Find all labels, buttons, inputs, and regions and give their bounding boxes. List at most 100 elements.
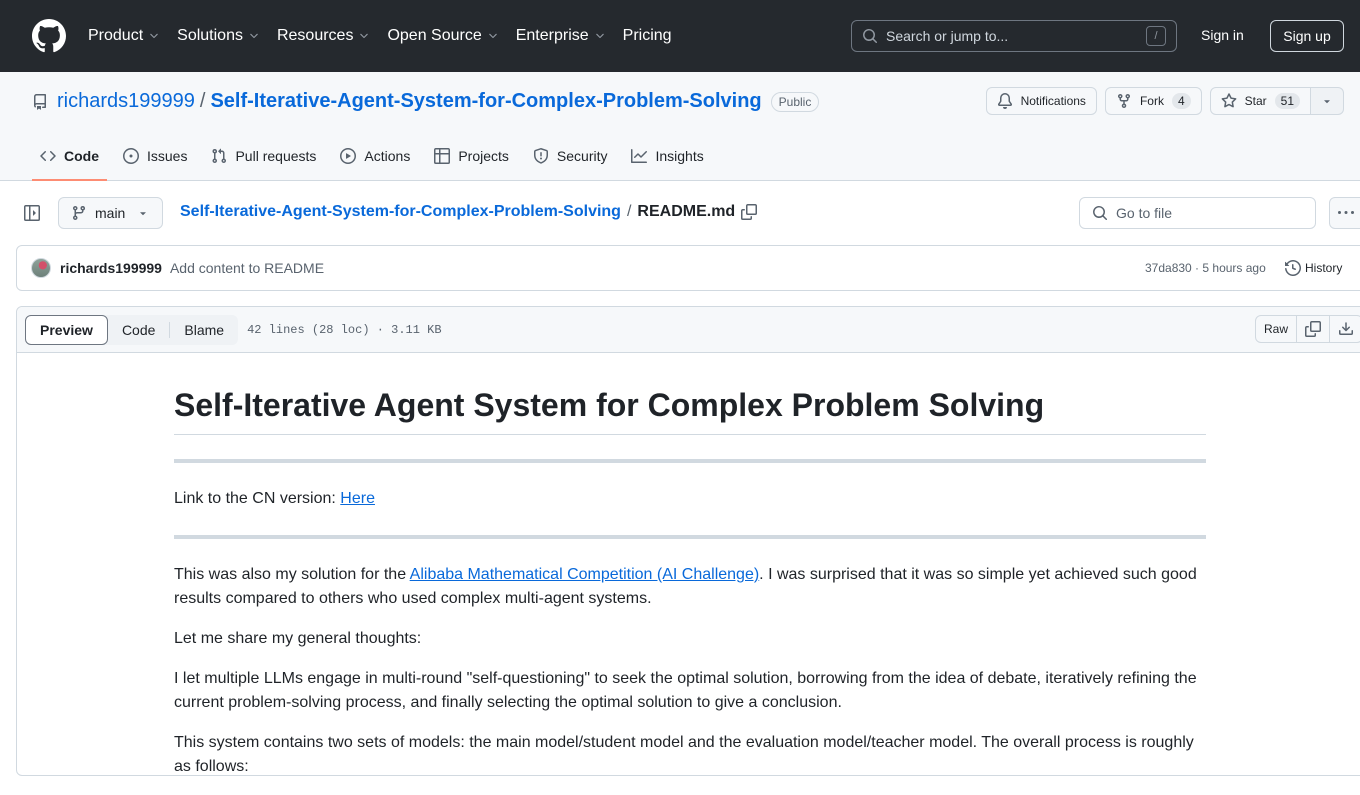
more-options-button[interactable] — [1329, 197, 1360, 229]
triangle-down-icon — [1324, 100, 1330, 104]
notifications-label: Notifications — [1020, 94, 1086, 108]
competition-link[interactable]: Alibaba Mathematical Competition (AI Cha… — [410, 566, 760, 583]
repo-icon — [34, 93, 46, 110]
file-info: 42 lines (28 loc) · 3.11 KB — [247, 322, 442, 337]
repo-owner-link[interactable]: richards199999 — [57, 90, 195, 113]
download-raw-button[interactable] — [1330, 316, 1360, 342]
github-logo-icon[interactable] — [32, 19, 66, 53]
copy-raw-button[interactable] — [1297, 316, 1331, 342]
cn-link-prefix: Link to the CN version: — [174, 490, 341, 507]
nav-solutions[interactable]: Solutions — [177, 27, 260, 45]
kebab-horizontal-icon — [1338, 211, 1354, 214]
raw-button[interactable]: Raw — [1256, 316, 1298, 342]
author-avatar[interactable] — [31, 258, 51, 278]
breadcrumb-file-name: README.md — [637, 203, 736, 220]
star-button-group: Star 51 — [1209, 87, 1344, 115]
nav-pricing[interactable]: Pricing — [623, 27, 672, 45]
tab-label: Actions — [364, 148, 411, 164]
star-count: 51 — [1274, 93, 1300, 109]
cn-version-paragraph: Link to the CN version: Here — [174, 487, 1206, 511]
copy-icon — [741, 204, 758, 220]
search-placeholder: Search or jump to... — [886, 28, 1009, 44]
global-nav: Product Solutions Resources Open Source … — [88, 27, 689, 45]
search-icon — [1093, 206, 1108, 221]
search-icon — [863, 29, 878, 44]
nav-label: Enterprise — [515, 27, 589, 44]
expand-file-tree-button[interactable] — [24, 205, 40, 221]
star-button[interactable]: Star 51 — [1209, 87, 1311, 115]
code-icon — [40, 150, 56, 162]
nav-product[interactable]: Product — [88, 27, 160, 45]
pull-request-icon — [212, 148, 227, 164]
nav-enterprise[interactable]: Enterprise — [516, 27, 606, 45]
global-search-input[interactable]: Search or jump to... / — [851, 20, 1177, 52]
commit-message-link[interactable]: Add content to README — [170, 260, 324, 276]
search-shortcut-key: / — [1146, 26, 1166, 46]
intro-prefix: This was also my solution for the — [174, 566, 410, 583]
sign-up-button[interactable]: Sign up — [1270, 20, 1344, 52]
tab-pull-requests[interactable]: Pull requests — [203, 132, 324, 180]
repo-title: richards199999 / Self-Iterative-Agent-Sy… — [32, 90, 820, 113]
repo-tabs: Code Issues Pull requests Actions Projec… — [32, 132, 720, 181]
bell-icon — [997, 93, 1012, 109]
visibility-badge: Public — [770, 91, 820, 112]
chevron-down-icon — [488, 33, 497, 39]
commit-author-link[interactable]: richards199999 — [60, 260, 162, 276]
repo-actions: Notifications Fork 4 Star 51 — [985, 87, 1344, 115]
download-icon — [1339, 322, 1354, 335]
nav-label: Pricing — [622, 27, 672, 44]
copy-path-button[interactable] — [741, 204, 758, 220]
tab-label: Pull requests — [235, 148, 317, 164]
tab-label: Projects — [458, 148, 509, 164]
tab-insights[interactable]: Insights — [623, 132, 711, 180]
tab-label: Security — [556, 148, 608, 164]
go-to-file-input[interactable]: Go to file — [1079, 197, 1316, 229]
readme-content: Self-Iterative Agent System for Complex … — [174, 353, 1206, 795]
fork-label: Fork — [1139, 94, 1164, 108]
view-mode-segmented-control: Preview Code Blame — [25, 314, 239, 345]
tab-label: Code — [64, 148, 99, 164]
chevron-down-icon — [360, 33, 369, 39]
nav-label: Product — [88, 27, 144, 44]
blame-tab[interactable]: Blame — [170, 315, 238, 345]
tab-actions[interactable]: Actions — [332, 132, 418, 180]
notifications-button[interactable]: Notifications — [985, 87, 1097, 115]
branch-selector[interactable]: main — [58, 197, 163, 229]
commit-sha-time[interactable]: 37da830 · 5 hours ago — [1145, 261, 1266, 275]
repo-separator: / — [199, 90, 206, 112]
file-viewer: Preview Code Blame 42 lines (28 loc) · 3… — [16, 306, 1360, 776]
repo-header: richards199999 / Self-Iterative-Agent-Sy… — [0, 72, 1360, 181]
history-button[interactable]: History — [1285, 260, 1342, 276]
triangle-down-icon — [140, 212, 147, 216]
code-view-tab[interactable]: Code — [108, 315, 169, 345]
thoughts-paragraph: Let me share my general thoughts: — [174, 630, 422, 647]
star-icon — [1221, 93, 1237, 108]
approach-paragraph: I let multiple LLMs engage in multi-roun… — [174, 670, 1197, 711]
breadcrumb-repo-link[interactable]: Self-Iterative-Agent-System-for-Complex-… — [180, 203, 621, 221]
chevron-down-icon — [150, 33, 158, 39]
tab-projects[interactable]: Projects — [426, 132, 517, 180]
repo-name-link[interactable]: Self-Iterative-Agent-System-for-Complex-… — [210, 90, 761, 113]
chevron-down-icon — [250, 33, 258, 39]
history-icon — [1285, 260, 1301, 276]
file-actions: Raw — [1255, 315, 1360, 343]
tab-security[interactable]: Security — [525, 132, 616, 180]
nav-label: Open Source — [387, 27, 482, 44]
fork-count: 4 — [1171, 93, 1191, 109]
readme-title: Self-Iterative Agent System for Complex … — [174, 353, 1206, 435]
tab-code[interactable]: Code — [32, 132, 107, 181]
tab-label: Issues — [147, 148, 188, 164]
branch-name: main — [95, 205, 126, 221]
sign-in-link[interactable]: Sign in — [1201, 27, 1244, 43]
preview-tab[interactable]: Preview — [25, 314, 108, 345]
fork-button[interactable]: Fork 4 — [1104, 87, 1202, 115]
nav-label: Resources — [276, 27, 354, 44]
copy-icon — [1305, 321, 1322, 337]
file-header: Preview Code Blame 42 lines (28 loc) · 3… — [17, 307, 1360, 353]
star-dropdown-button[interactable] — [1311, 87, 1344, 115]
cn-version-link[interactable]: Here — [340, 490, 375, 507]
tab-issues[interactable]: Issues — [115, 132, 195, 180]
nav-open-source[interactable]: Open Source — [387, 27, 498, 45]
nav-resources[interactable]: Resources — [277, 27, 370, 45]
breadcrumb-separator: / — [626, 203, 632, 220]
